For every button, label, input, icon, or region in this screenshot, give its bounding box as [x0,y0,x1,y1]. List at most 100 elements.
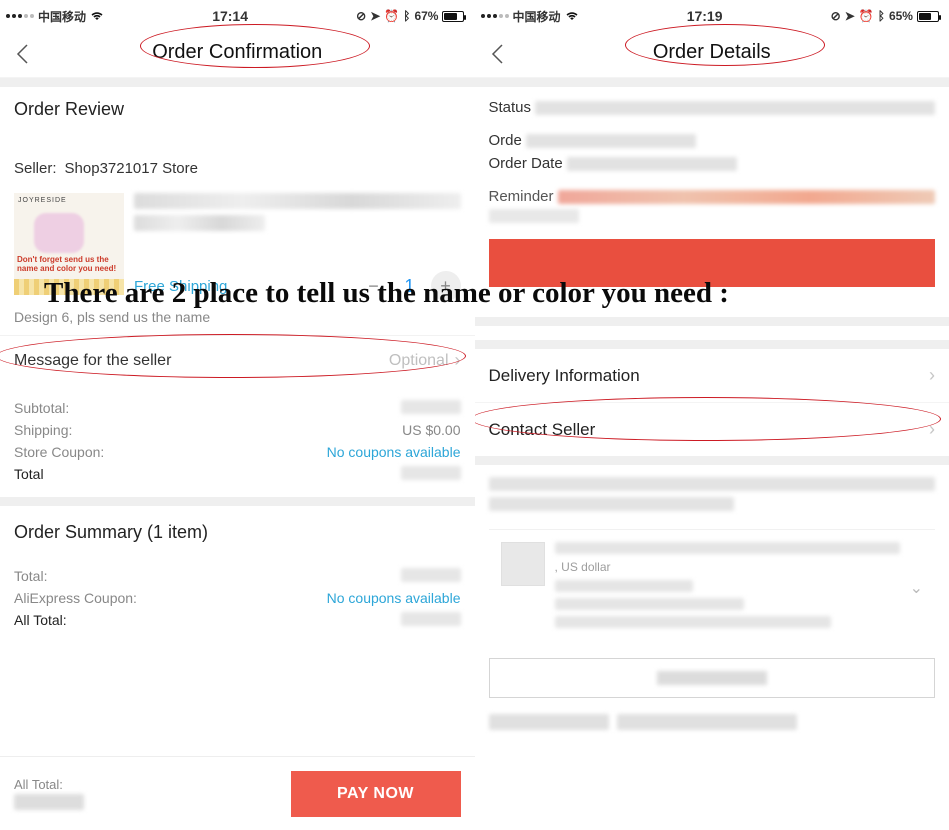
status-bar: 中国移动 17:14 ⊘ ➤ ⏰ ᛒ 67% [0,4,475,28]
shipping-link[interactable]: Free Shipping [134,278,227,295]
location-icon: ➤ [370,9,380,23]
total-label: Total [14,466,44,482]
order-item-line-blur-2 [555,598,745,610]
summary-total-label: Total: [14,568,47,584]
alarm-icon: ⏰ [859,9,874,23]
back-button[interactable] [489,42,507,73]
wifi-icon [90,9,104,24]
footer-blur [475,698,949,730]
nav-header: Order Details [475,28,949,78]
status-time: 17:19 [687,8,723,24]
product-brand: JOYRESIDE [18,197,67,204]
page-title: Order Confirmation [152,41,322,64]
bluetooth-icon: ᛒ [878,9,885,23]
message-seller-row[interactable]: Message for the seller Optional › [0,335,475,385]
contact-seller-label: Contact Seller [489,420,596,440]
expand-icon[interactable]: ⌄ [910,578,923,598]
status-value-blur [535,101,935,115]
delivery-info-label: Delivery Information [489,366,640,386]
status-time: 17:14 [212,8,248,24]
orientation-lock-icon: ⊘ [356,9,366,23]
order-item-title-blur [555,542,900,554]
phone-left: 中国移动 17:14 ⊘ ➤ ⏰ ᛒ 67% Order Confirmatio… [0,0,475,830]
pay-now-button[interactable]: PAY NOW [291,771,461,817]
order-item-line-blur [555,580,693,592]
quantity-stepper: − 1 + [358,271,460,301]
battery-percent: 67% [414,9,438,23]
status-bar: 中国移动 17:19 ⊘ ➤ ⏰ ᛒ 65% [475,4,949,28]
chevron-right-icon: › [929,365,935,386]
footer-blur-1 [489,714,609,730]
order-summary-title: Order Summary (1 item) [0,506,475,553]
wifi-icon [565,9,579,24]
reminder-value-blur [558,190,935,204]
summary-total-blur [401,568,461,582]
battery-icon [917,11,939,22]
order-date-label: Order Date [489,155,563,172]
order-meta: Status Orde Order Date Reminder [475,87,949,231]
order-date-value-blur [567,157,737,171]
location-icon: ➤ [845,9,855,23]
store-coupon-label: Store Coupon: [14,444,104,460]
carrier-label: 中国移动 [513,8,561,25]
pay-bar: All Total: PAY NOW [0,756,475,830]
subtotal-label: Subtotal: [14,400,69,416]
orientation-lock-icon: ⊘ [831,9,841,23]
message-seller-label: Message for the seller [14,352,171,370]
bluetooth-icon: ᛒ [403,9,410,23]
reminder-label: Reminder [489,188,554,205]
signal-icon [481,14,509,18]
battery-percent: 65% [889,9,913,23]
alarm-icon: ⏰ [384,9,399,23]
back-button[interactable] [14,42,32,73]
order-summary-rows: Total: AliExpress Coupon: No coupons ava… [0,553,475,643]
qty-minus-button[interactable]: − [358,271,388,301]
chevron-right-icon: › [929,419,935,440]
order-item-currency: , US dollar [555,560,900,574]
paybar-all-total-blur [14,794,84,810]
all-total-label: All Total: [14,612,67,628]
paybar-all-total-label: All Total: [14,777,84,792]
page-title: Order Details [653,41,771,64]
battery-icon [442,11,464,22]
status-label: Status [489,99,532,116]
address-line-blur-2 [489,497,735,511]
order-review-section: Order Review [0,87,475,138]
order-item-line-blur-3 [555,616,831,628]
ali-coupon-link[interactable]: No coupons available [327,590,461,606]
order-action-label-blur [657,671,767,685]
shipping-value: US $0.00 [402,422,460,438]
carrier-label: 中国移动 [38,8,86,25]
price-summary: Subtotal: Shipping: US $0.00 Store Coupo… [0,385,475,497]
product-title-blur [134,193,461,209]
shipping-label: Shipping: [14,422,72,438]
order-id-value-blur [526,134,696,148]
product-image[interactable]: JOYRESIDE Don't forget send us the name … [14,193,124,295]
order-action-button[interactable] [489,658,936,698]
all-total-blur [401,612,461,626]
reminder-value-blur-2 [489,209,579,223]
contact-seller-row[interactable]: Contact Seller › [475,403,949,456]
address-line-blur [489,477,936,491]
ali-coupon-label: AliExpress Coupon: [14,590,137,606]
qty-value: 1 [404,276,414,297]
store-coupon-link[interactable]: No coupons available [327,444,461,460]
order-item-thumb [501,542,545,586]
total-value-blur [401,466,461,480]
message-seller-placeholder: Optional [389,352,449,370]
order-review-title: Order Review [14,99,461,120]
footer-blur-2 [617,714,797,730]
product-row: JOYRESIDE Don't forget send us the name … [0,183,475,305]
order-id-label: Orde [489,132,522,149]
qty-plus-button[interactable]: + [431,271,461,301]
subtotal-value-blur [401,400,461,414]
delivery-information-row[interactable]: Delivery Information › [475,349,949,403]
product-image-caption: Don't forget send us the name and color … [17,256,121,273]
seller-label: Seller: [14,160,57,177]
highlight-band [489,239,936,287]
order-item-card[interactable]: , US dollar ⌄ [489,529,936,646]
phone-right: 中国移动 17:19 ⊘ ➤ ⏰ ᛒ 65% Order Details [475,0,949,830]
chevron-right-icon: › [455,350,461,371]
signal-icon [6,14,34,18]
variant-text: Design 6, pls send us the name [0,305,475,335]
